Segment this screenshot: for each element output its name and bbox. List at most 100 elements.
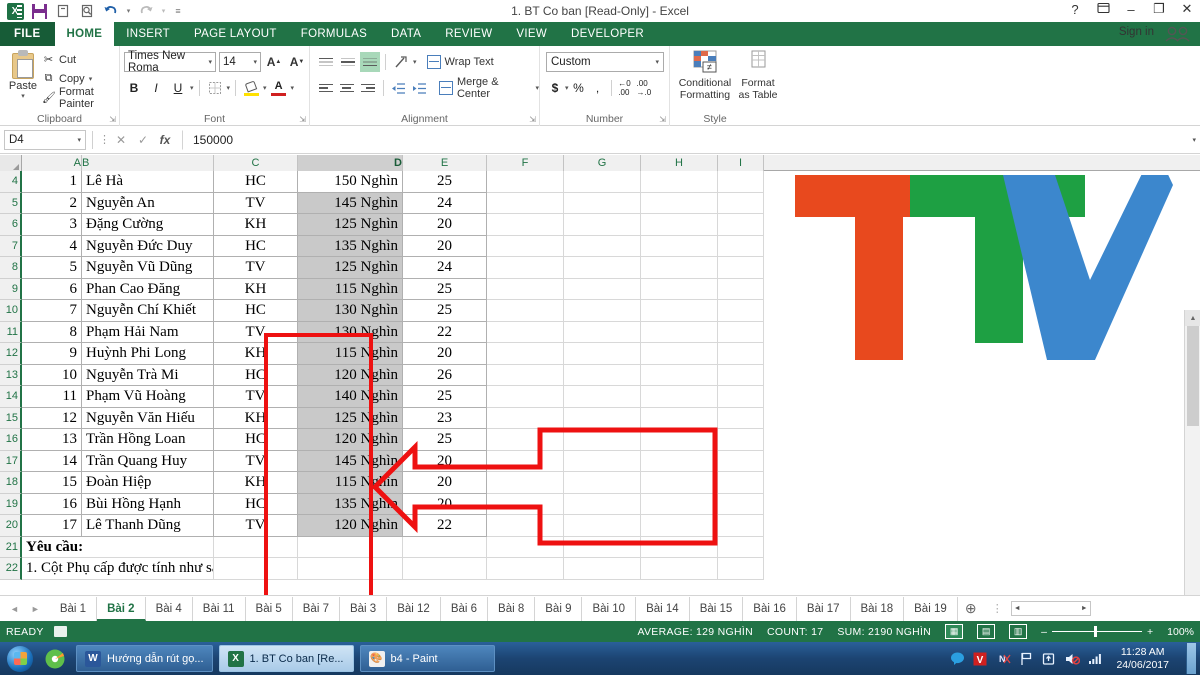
- sheet-tab-bài-9[interactable]: Bài 9: [535, 596, 583, 621]
- row-header[interactable]: 21: [0, 536, 22, 558]
- table-row[interactable]: 13 10 Nguyễn Trà Mi HC 120 Nghìn 26: [0, 364, 764, 386]
- row-header[interactable]: 16: [0, 429, 22, 451]
- cell-B16[interactable]: Trần Hồng Loan: [82, 429, 214, 451]
- cell-C13[interactable]: HC: [214, 364, 298, 386]
- cell-empty[interactable]: [564, 300, 641, 322]
- cell-empty[interactable]: [641, 343, 718, 365]
- sheet-tab-bài-19[interactable]: Bài 19: [904, 596, 958, 621]
- column-header-H[interactable]: H: [641, 155, 718, 171]
- clipboard-item-dropdown-icon[interactable]: ▾: [89, 75, 93, 83]
- cell-D6[interactable]: 125 Nghìn: [298, 214, 403, 236]
- font-name-dropdown-icon[interactable]: ▾: [204, 58, 212, 66]
- cancel-entry-icon[interactable]: ✕: [110, 133, 132, 147]
- cell-C17[interactable]: TV: [214, 450, 298, 472]
- underline-dropdown-icon[interactable]: ▾: [190, 84, 194, 92]
- top-align-icon[interactable]: [316, 52, 336, 72]
- cell-E17[interactable]: 20: [403, 450, 487, 472]
- table-row[interactable]: 15 12 Nguyễn Văn Hiếu KH 125 Nghìn 23: [0, 407, 764, 429]
- wrap-text-button[interactable]: Wrap Text: [426, 52, 494, 72]
- media-player-icon[interactable]: [40, 644, 70, 674]
- row-header[interactable]: 11: [0, 321, 22, 343]
- middle-align-icon[interactable]: [338, 52, 358, 72]
- cell-empty[interactable]: [718, 515, 764, 537]
- cell-B9[interactable]: Phan Cao Đăng: [82, 278, 214, 300]
- row-header[interactable]: 18: [0, 472, 22, 494]
- name-box-dropdown-icon[interactable]: ▾: [77, 136, 81, 144]
- fill-color-icon[interactable]: [241, 78, 261, 98]
- cell-empty[interactable]: [718, 407, 764, 429]
- decrease-font-size-button[interactable]: A ▼: [287, 52, 307, 72]
- cell-empty[interactable]: [564, 235, 641, 257]
- ribbon-tab-file[interactable]: FILE: [0, 22, 55, 46]
- cell-B13[interactable]: Nguyễn Trà Mi: [82, 364, 214, 386]
- row-header[interactable]: 4: [0, 171, 22, 193]
- column-header-E[interactable]: E: [403, 155, 487, 171]
- add-sheet-button[interactable]: ⊕: [958, 600, 984, 617]
- column-header-I[interactable]: I: [718, 155, 764, 171]
- sheet-tab-bài-7[interactable]: Bài 7: [293, 596, 340, 621]
- cell-E19[interactable]: 20: [403, 493, 487, 515]
- cell-empty[interactable]: [564, 192, 641, 214]
- font-color-dropdown-icon[interactable]: ▾: [291, 84, 295, 92]
- sheet-tab-bài-12[interactable]: Bài 12: [387, 596, 441, 621]
- cell-empty[interactable]: [564, 450, 641, 472]
- unikey-tray-icon[interactable]: V: [972, 651, 988, 667]
- cell-C9[interactable]: KH: [214, 278, 298, 300]
- cell-D16[interactable]: 120 Nghìn: [298, 429, 403, 451]
- page-break-view-icon[interactable]: ▥: [1009, 624, 1028, 639]
- cell-empty[interactable]: [718, 493, 764, 515]
- network-tray-icon[interactable]: [1087, 651, 1103, 667]
- row-header[interactable]: 8: [0, 257, 22, 279]
- cell-D15[interactable]: 125 Nghìn: [298, 407, 403, 429]
- row-header[interactable]: 14: [0, 386, 22, 408]
- cell-empty[interactable]: [298, 558, 403, 580]
- zoom-track[interactable]: [1052, 626, 1142, 637]
- ribbon-tab-page-layout[interactable]: PAGE LAYOUT: [182, 22, 289, 46]
- cell-empty[interactable]: [487, 321, 564, 343]
- zoom-level-label[interactable]: 100%: [1167, 626, 1194, 638]
- sheet-tab-bài-5[interactable]: Bài 5: [246, 596, 293, 621]
- cell-empty[interactable]: [564, 257, 641, 279]
- cell-E5[interactable]: 24: [403, 192, 487, 214]
- cell-C19[interactable]: HC: [214, 493, 298, 515]
- sheet-tab-bài-8[interactable]: Bài 8: [488, 596, 536, 621]
- taskbar-item[interactable]: W Hướng dẫn rút gọ...: [76, 645, 213, 672]
- cell-D13[interactable]: 120 Nghìn: [298, 364, 403, 386]
- ribbon-tab-data[interactable]: DATA: [379, 22, 433, 46]
- comma-format-button[interactable]: ,: [589, 78, 607, 98]
- cell-C16[interactable]: HC: [214, 429, 298, 451]
- table-row[interactable]: 17 14 Trần Quang Huy TV 145 Nghìn 20: [0, 450, 764, 472]
- windows-start-icon[interactable]: [0, 644, 40, 674]
- borders-dropdown-icon[interactable]: ▾: [227, 84, 231, 92]
- cell-C15[interactable]: KH: [214, 407, 298, 429]
- taskbar-item[interactable]: 🎨 b4 - Paint: [359, 645, 495, 672]
- table-row[interactable]: 12 9 Huỳnh Phi Long KH 115 Nghìn 20: [0, 343, 764, 365]
- font-color-icon[interactable]: A: [269, 78, 289, 98]
- table-row[interactable]: 10 7 Nguyễn Chí Khiết HC 130 Nghìn 25: [0, 300, 764, 322]
- cell-empty[interactable]: [487, 235, 564, 257]
- cell-empty[interactable]: [641, 364, 718, 386]
- minimize-button[interactable]: –: [1122, 2, 1140, 17]
- cell-empty[interactable]: [564, 536, 641, 558]
- table-row[interactable]: 5 2 Nguyễn An TV 145 Nghìn 24: [0, 192, 764, 214]
- row-header[interactable]: 5: [0, 192, 22, 214]
- hscroll-right-button[interactable]: ►: [1081, 605, 1088, 612]
- table-row[interactable]: 18 15 Đoàn Hiệp KH 115 Nghìn 20: [0, 472, 764, 494]
- column-header-F[interactable]: F: [487, 155, 564, 171]
- cell-D17[interactable]: 145 Nghìn: [298, 450, 403, 472]
- cell-empty[interactable]: [718, 343, 764, 365]
- cell-A19[interactable]: 16: [22, 493, 82, 515]
- table-row[interactable]: 8 5 Nguyễn Vũ Dũng TV 125 Nghìn 24: [0, 257, 764, 279]
- cell-empty[interactable]: [718, 558, 764, 580]
- snipping-tray-icon[interactable]: N: [995, 651, 1011, 667]
- cell-B17[interactable]: Trần Quang Huy: [82, 450, 214, 472]
- cell-E7[interactable]: 20: [403, 235, 487, 257]
- zoom-out-button[interactable]: –: [1041, 626, 1047, 638]
- cell-E9[interactable]: 25: [403, 278, 487, 300]
- cell-E8[interactable]: 24: [403, 257, 487, 279]
- table-row[interactable]: 7 4 Nguyễn Đức Duy HC 135 Nghìn 20: [0, 235, 764, 257]
- taskbar-clock[interactable]: 11:28 AM 24/06/2017: [1110, 646, 1175, 672]
- fill-color-dropdown-icon[interactable]: ▾: [263, 84, 267, 92]
- row-header[interactable]: 10: [0, 300, 22, 322]
- cell-D11[interactable]: 130 Nghìn: [298, 321, 403, 343]
